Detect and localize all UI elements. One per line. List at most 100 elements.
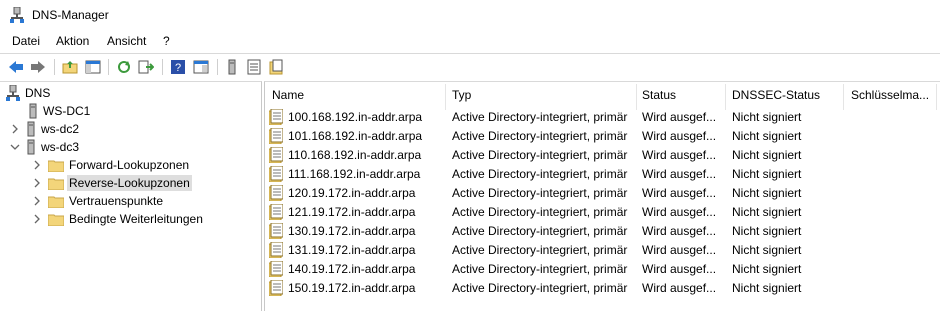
list-view-icon[interactable]: [244, 57, 264, 77]
table-row[interactable]: 130.19.172.in-addr.arpa Active Directory-…: [265, 222, 940, 241]
zone-icon: [268, 165, 284, 183]
cell-typ: Active Directory-integriert, primär: [452, 186, 628, 200]
folder-icon: [48, 160, 64, 172]
svg-text:?: ?: [175, 62, 181, 74]
chevron-right-icon[interactable]: [10, 124, 20, 134]
forward-icon[interactable]: [28, 57, 48, 77]
tree-node-ws-dc1[interactable]: WS-DC1: [28, 102, 90, 120]
tree-label-selected: Reverse-Lookupzonen: [67, 175, 192, 191]
table-row[interactable]: 131.19.172.in-addr.arpa Active Directory-…: [265, 241, 940, 260]
toolbar-separator: [54, 59, 55, 75]
cell-status: Wird ausgef...: [642, 186, 717, 200]
menu-aktion[interactable]: Aktion: [56, 34, 89, 48]
zone-icon: [268, 184, 284, 202]
column-header-name[interactable]: Name: [272, 88, 304, 102]
dns-server-icon: [6, 85, 20, 101]
back-icon[interactable]: [6, 57, 26, 77]
tree-node-bedingte-weiterleitungen[interactable]: Bedingte Weiterleitungen: [32, 210, 203, 228]
chevron-right-icon[interactable]: [32, 214, 42, 224]
chevron-down-icon[interactable]: [10, 142, 20, 152]
tree-label: Forward-Lookupzonen: [69, 158, 190, 172]
console-tree-icon[interactable]: [83, 57, 103, 77]
cell-status: Wird ausgef...: [642, 129, 717, 143]
zone-icon: [268, 222, 284, 240]
zone-icon: [268, 203, 284, 221]
cell-dnssec-status: Nicht signiert: [732, 148, 802, 162]
server-icon: [27, 139, 35, 155]
zone-icon: [268, 146, 284, 164]
table-row[interactable]: 150.19.172.in-addr.arpa Active Directory-…: [265, 279, 940, 298]
dns-app-icon: [10, 7, 24, 23]
column-divider[interactable]: [725, 84, 726, 110]
table-row[interactable]: 111.168.192.in-addr.arpa Active Directory…: [265, 165, 940, 184]
tree-node-ws-dc3[interactable]: ws-dc3: [10, 138, 79, 156]
zone-list: Name Typ Status DNSSEC-Status Schlüsselm…: [264, 81, 940, 311]
export-list-icon[interactable]: [136, 57, 156, 77]
column-header-status[interactable]: Status: [642, 88, 676, 102]
menu-datei[interactable]: Datei: [12, 34, 40, 48]
server-icon[interactable]: [222, 57, 242, 77]
table-row[interactable]: 101.168.192.in-addr.arpa Active Directory…: [265, 127, 940, 146]
cell-dnssec-status: Nicht signiert: [732, 186, 802, 200]
cell-dnssec-status: Nicht signiert: [732, 224, 802, 238]
toolbar-separator: [217, 59, 218, 75]
menu-ansicht[interactable]: Ansicht: [107, 34, 146, 48]
column-header-schluesselmaster[interactable]: Schlüsselma...: [851, 88, 929, 102]
column-header-dnssec-status[interactable]: DNSSEC-Status: [732, 88, 820, 102]
cell-typ: Active Directory-integriert, primär: [452, 262, 628, 276]
cell-status: Wird ausgef...: [642, 167, 717, 181]
details-pane-icon[interactable]: [191, 57, 211, 77]
toolbar-separator: [162, 59, 163, 75]
zone-icon: [268, 108, 284, 126]
folder-icon: [48, 196, 64, 208]
tree-node-ws-dc2[interactable]: ws-dc2: [10, 120, 79, 138]
help-icon[interactable]: ?: [168, 57, 188, 77]
column-divider[interactable]: [445, 84, 446, 110]
cell-typ: Active Directory-integriert, primär: [452, 148, 628, 162]
table-row[interactable]: 110.168.192.in-addr.arpa Active Directory…: [265, 146, 940, 165]
table-row[interactable]: 121.19.172.in-addr.arpa Active Directory-…: [265, 203, 940, 222]
tree-node-dns[interactable]: DNS: [6, 84, 50, 102]
column-header-typ[interactable]: Typ: [452, 88, 471, 102]
server-icon: [29, 103, 37, 119]
tree-node-forward-lookupzonen[interactable]: Forward-Lookupzonen: [32, 156, 189, 174]
chevron-right-icon[interactable]: [32, 160, 42, 170]
chevron-right-icon[interactable]: [32, 178, 42, 188]
cell-name: 111.168.192.in-addr.arpa: [288, 167, 421, 181]
toolbar: ?: [0, 53, 940, 80]
column-divider[interactable]: [636, 84, 637, 110]
column-divider[interactable]: [843, 84, 844, 110]
tree-label: Bedingte Weiterleitungen: [69, 212, 203, 226]
cell-dnssec-status: Nicht signiert: [732, 167, 802, 181]
tree-label: ws-dc3: [41, 140, 80, 154]
cell-status: Wird ausgef...: [642, 110, 717, 124]
up-folder-icon[interactable]: [60, 57, 80, 77]
menu-bar: Datei Aktion Ansicht ?: [0, 30, 940, 52]
cell-name: 121.19.172.in-addr.arpa: [288, 205, 416, 219]
refresh-icon[interactable]: [114, 57, 134, 77]
cell-dnssec-status: Nicht signiert: [732, 129, 802, 143]
cell-typ: Active Directory-integriert, primär: [452, 129, 628, 143]
chevron-right-icon[interactable]: [32, 196, 42, 206]
zone-icon: [268, 260, 284, 278]
column-header-row: Name Typ Status DNSSEC-Status Schlüsselm…: [265, 82, 940, 110]
tree-node-reverse-lookupzonen[interactable]: Reverse-Lookupzonen: [32, 174, 192, 192]
tree-node-vertrauenspunkte[interactable]: Vertrauenspunkte: [32, 192, 163, 210]
tree-label: WS-DC1: [43, 104, 91, 118]
menu-help[interactable]: ?: [163, 34, 170, 48]
table-row[interactable]: 100.168.192.in-addr.arpa Active Directory…: [265, 108, 940, 127]
column-divider[interactable]: [936, 84, 937, 110]
table-row[interactable]: 140.19.172.in-addr.arpa Active Directory-…: [265, 260, 940, 279]
tree-label: ws-dc2: [41, 122, 80, 136]
properties-icon[interactable]: [266, 57, 286, 77]
title-bar: DNS-Manager: [0, 0, 940, 30]
cell-name: 140.19.172.in-addr.arpa: [288, 262, 416, 276]
window-title: DNS-Manager: [32, 8, 109, 22]
table-row[interactable]: 120.19.172.in-addr.arpa Active Directory-…: [265, 184, 940, 203]
cell-typ: Active Directory-integriert, primär: [452, 110, 628, 124]
server-icon: [27, 121, 35, 137]
cell-name: 130.19.172.in-addr.arpa: [288, 224, 416, 238]
tree-label: DNS: [25, 86, 51, 100]
cell-status: Wird ausgef...: [642, 224, 717, 238]
cell-name: 100.168.192.in-addr.arpa: [288, 110, 423, 124]
